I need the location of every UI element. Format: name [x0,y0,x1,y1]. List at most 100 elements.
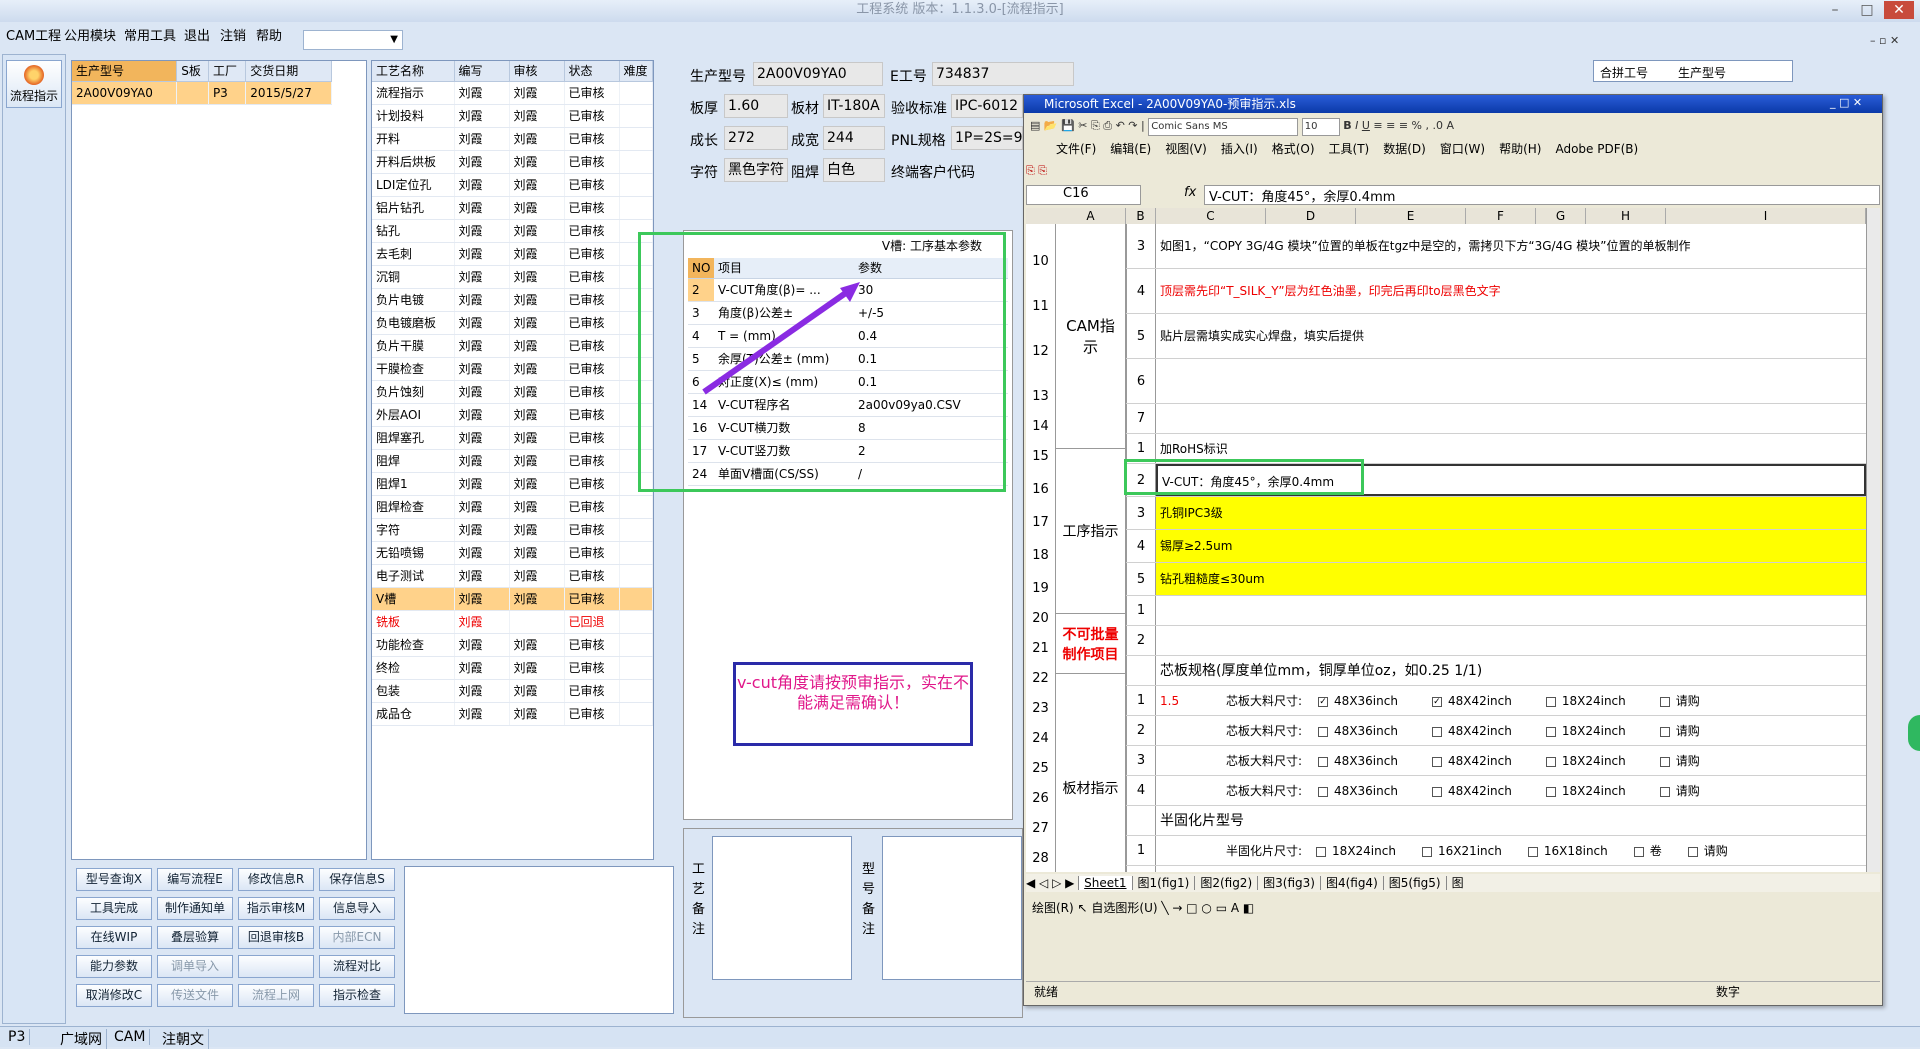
action-button[interactable]: 取消修改C [76,984,152,1007]
table-row[interactable]: 包装 刘霞 刘霞 已审核 [372,679,653,703]
info-textarea[interactable] [404,866,674,1014]
menu-cam[interactable]: CAM工程 [6,25,61,49]
taskbar-wan[interactable]: 广域网 [56,1029,107,1049]
checkbox[interactable] [1421,846,1432,857]
cell-index[interactable]: 1 [1126,836,1156,865]
menu-combo[interactable]: ▼ [303,30,403,50]
std-field[interactable]: IPC-6012 [951,94,1023,118]
mask-field[interactable]: 白色 [823,158,885,182]
table-row[interactable]: 去毛刺 刘霞 刘霞 已审核 [372,242,653,266]
sheet-row[interactable]: 7 [1056,404,1866,434]
row-header[interactable]: 25 [1026,746,1056,776]
checkbox[interactable] [1545,756,1556,767]
core-options[interactable]: 芯板大料尺寸: 48X36inch 48X42inch 18X24inch 请购 [1226,746,1700,775]
sheet-row[interactable]: 1 半固化片尺寸: 18X24inch 16X21inch 16X18inch 卷请购 [1056,836,1866,866]
cell-content[interactable]: 孔铜IPC3级 [1156,497,1866,529]
sheet-tab[interactable]: Sheet1 [1078,876,1132,890]
row-header[interactable]: 12 [1026,314,1056,359]
row-header[interactable]: 29 [1026,866,1056,872]
sheet-row[interactable]: 半固化片型号 [1056,806,1866,836]
checkbox[interactable] [1659,786,1670,797]
cell-index[interactable]: 2 [1126,626,1156,655]
excel-menu-item[interactable]: 文件(F) [1056,142,1096,156]
thick-field[interactable]: 1.60 [724,94,788,118]
col-model[interactable]: 生产型号 [72,61,178,82]
sheet-row[interactable]: 6 [1056,359,1866,404]
craft-remark-field[interactable] [712,836,852,980]
sheet-row[interactable]: 5 贴片层需填实成实心焊盘，填实后提供 [1056,314,1866,359]
table-row[interactable]: 负片干膜 刘霞 刘霞 已审核 [372,334,653,358]
table-row[interactable]: 铝片钻孔 刘霞 刘霞 已审核 [372,196,653,220]
table-row[interactable]: 功能检查 刘霞 刘霞 已审核 [372,633,653,657]
wid-field[interactable]: 244 [823,126,885,150]
checkbox[interactable] [1633,846,1644,857]
excel-menu-item[interactable]: 插入(I) [1221,142,1258,156]
excel-menu-item[interactable]: 格式(O) [1272,142,1315,156]
minimize-icon[interactable]: – [1820,1,1850,19]
sheet-row[interactable]: 3 芯板大料尺寸: 48X36inch 48X42inch 18X24inch 请购 [1056,746,1866,776]
menu-public[interactable]: 公用模块 [64,25,116,49]
column-header[interactable]: C [1156,208,1266,224]
checkbox[interactable] [1545,726,1556,737]
excel-window-controls[interactable]: _ □ ✕ [1830,96,1862,109]
vertical-scrollbar[interactable] [1866,208,1880,872]
action-button[interactable]: 流程对比 [319,955,395,978]
row-header[interactable]: 14 [1026,404,1056,434]
excel-menu-item[interactable]: 工具(T) [1329,142,1370,156]
table-row[interactable]: 字符 刘霞 刘霞 已审核 [372,518,653,542]
checkbox[interactable] [1659,696,1670,707]
row-header[interactable]: 15 [1026,434,1056,464]
taskbar-user[interactable]: 注朝文 [158,1029,209,1049]
model-remark-field[interactable] [882,836,1022,980]
column-header[interactable]: I [1666,208,1866,224]
sheet-row[interactable]: 4 顶层需先印“T_SILK_Y”层为红色油墨，印完后再印to层黑色文字 [1056,269,1866,314]
action-button[interactable]: 内部ECN [319,926,395,949]
row-header[interactable]: 21 [1026,626,1056,656]
row-header[interactable]: 17 [1026,497,1056,530]
checkbox[interactable] [1318,786,1329,797]
table-row[interactable]: 阻焊塞孔 刘霞 刘霞 已审核 [372,426,653,450]
excel-menu-item[interactable]: 视图(V) [1165,142,1207,156]
checkbox[interactable] [1659,756,1670,767]
sheet-row[interactable]: 3 如图1，“COPY 3G/4G 模块”位置的单板在tgz中是空的，需拷贝下方“… [1056,224,1866,269]
checkbox[interactable] [1687,846,1698,857]
row-header[interactable]: 23 [1026,686,1056,716]
cell-index[interactable]: 3 [1126,224,1156,268]
tab-nav-icon[interactable]: ◀ ◁ ▷ ▶ [1026,876,1078,890]
cell-index[interactable]: 1 [1126,686,1156,715]
cell-index[interactable]: 3 [1126,746,1156,775]
pnl-field[interactable]: 1P=2S=9U [951,126,1023,150]
column-header[interactable]: B [1126,208,1156,224]
sheet-row[interactable]: 5 钻孔粗糙度≤30um [1056,563,1866,596]
cell-index[interactable]: 6 [1126,359,1156,403]
taskbar-cam[interactable]: CAM [110,1029,151,1045]
row-header[interactable]: 18 [1026,530,1056,563]
row-header[interactable]: 20 [1026,596,1056,626]
table-row[interactable]: V槽 刘霞 刘霞 已审核 [372,587,653,611]
col-factory[interactable]: 工厂 [208,61,247,82]
sheet-row[interactable]: 2 半固化片尺寸:18X24inch16X21inch16X18inch卷请购 [1056,866,1866,872]
sheet-row[interactable]: 2 [1056,626,1866,656]
sheet-row[interactable]: 4 锡厚≥2.5um [1056,530,1866,563]
cell-content[interactable] [1156,404,1866,433]
checkbox[interactable] [1545,696,1556,707]
autoshape-menu[interactable]: 自选图形(U) [1091,901,1157,915]
cell-index[interactable]: 7 [1126,404,1156,433]
table-row[interactable]: 终检 刘霞 刘霞 已审核 [372,656,653,680]
semi-options[interactable]: 半固化片尺寸:18X24inch16X21inch16X18inch卷请购 [1226,836,1728,865]
semi-options[interactable]: 半固化片尺寸:18X24inch16X21inch16X18inch卷请购 [1226,866,1728,872]
action-button[interactable]: 传送文件 [157,984,233,1007]
table-row[interactable]: 干膜检查 刘霞 刘霞 已审核 [372,357,653,381]
menu-exit[interactable]: 退出 [184,25,210,49]
side-badge[interactable] [1908,715,1920,751]
action-button[interactable]: 制作通知单 [157,897,233,920]
col-date[interactable]: 交货日期 [245,61,332,82]
action-button[interactable]: 在线WIP [76,926,152,949]
row-header[interactable]: 28 [1026,836,1056,866]
e-field[interactable]: 734837 [932,62,1074,86]
sheet-row[interactable]: 2 芯板大料尺寸: 48X36inch 48X42inch 18X24inch 请购 [1056,716,1866,746]
cell-index[interactable]: 3 [1126,497,1156,529]
cell-content[interactable]: 锡厚≥2.5um [1156,530,1866,562]
table-row[interactable]: 阻焊1 刘霞 刘霞 已审核 [372,472,653,496]
char-field[interactable]: 黑色字符 [724,158,788,182]
